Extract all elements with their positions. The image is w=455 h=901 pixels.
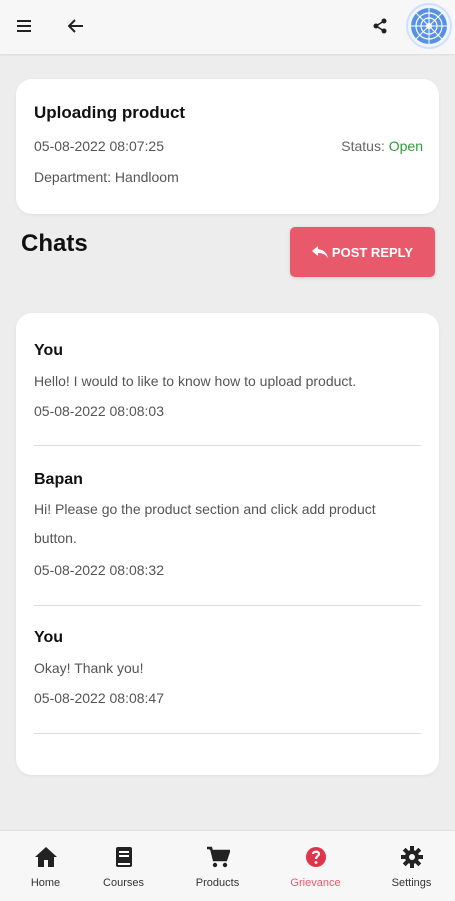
- message-divider: [34, 733, 421, 734]
- message-sender: You: [34, 342, 64, 359]
- nav-label: Grievance: [290, 877, 341, 889]
- book-icon: [78, 846, 169, 872]
- ticket-date: 05-08-2022 08:07:25: [34, 138, 164, 154]
- share-icon[interactable]: [364, 12, 396, 40]
- chats-heading: Chats: [21, 230, 88, 257]
- nav-grievance[interactable]: Grievance: [270, 831, 361, 901]
- arrow-left-icon[interactable]: [60, 12, 92, 40]
- post-reply-button[interactable]: POST REPLY: [290, 227, 435, 277]
- nav-label: Courses: [103, 877, 144, 889]
- cart-icon: [172, 846, 263, 872]
- ticket-department: Department: Handloom: [34, 169, 179, 185]
- message-time: 05-08-2022 08:08:47: [34, 690, 164, 706]
- mandala-logo-icon: [411, 8, 447, 44]
- message-sender: Bapan: [34, 471, 83, 488]
- gear-icon: [366, 846, 455, 872]
- status-label: Status:: [341, 138, 385, 154]
- nav-courses[interactable]: Courses: [78, 831, 169, 901]
- status-badge: Open: [388, 138, 423, 154]
- ticket-title: Uploading product: [34, 103, 186, 122]
- ticket-card: Uploading product 05-08-2022 08:07:25 St…: [16, 79, 439, 214]
- message-text: Okay! Thank you!: [34, 660, 144, 676]
- nav-products[interactable]: Products: [172, 831, 263, 901]
- message-time: 05-08-2022 08:08:03: [34, 403, 164, 419]
- message-text: Hi! Please go the product section and cl…: [34, 501, 376, 546]
- avatar[interactable]: [406, 3, 452, 49]
- post-reply-label: POST REPLY: [331, 244, 414, 260]
- help-circle-icon: [270, 846, 361, 872]
- nav-label: Products: [195, 877, 240, 889]
- top-app-bar: [0, 0, 455, 54]
- chat-list-card: You Hello! I would to like to know how t…: [16, 313, 439, 775]
- nav-settings[interactable]: Settings: [366, 831, 455, 901]
- ticket-status: Status: Open: [341, 138, 423, 154]
- message-text: Hello! I would to like to know how to up…: [34, 373, 357, 389]
- bottom-navigation: Home Courses Products Grievance Settings: [0, 830, 455, 901]
- nav-label: Settings: [391, 877, 432, 889]
- hamburger-menu-icon[interactable]: [8, 12, 40, 40]
- reply-icon: [311, 245, 328, 258]
- message-time: 05-08-2022 08:08:32: [34, 562, 164, 578]
- message-divider: [34, 445, 421, 446]
- message-divider: [34, 605, 421, 606]
- message-sender: You: [34, 629, 64, 646]
